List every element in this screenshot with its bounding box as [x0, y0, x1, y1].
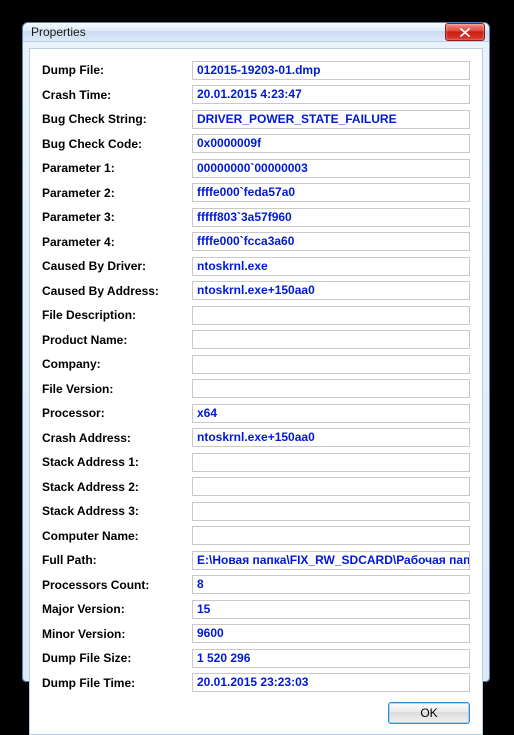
- property-label: Dump File Size:: [42, 651, 192, 665]
- property-label: Dump File Time:: [42, 676, 192, 690]
- property-label: Stack Address 3:: [42, 504, 192, 518]
- property-value[interactable]: 1 520 296: [192, 649, 470, 668]
- property-row: Major Version:15: [42, 598, 470, 620]
- property-label: Product Name:: [42, 333, 192, 347]
- property-label: Computer Name:: [42, 529, 192, 543]
- property-label: Major Version:: [42, 602, 192, 616]
- property-value[interactable]: 9600: [192, 624, 470, 643]
- property-value[interactable]: [192, 453, 470, 472]
- client-area: Dump File:012015-19203-01.dmpCrash Time:…: [29, 48, 483, 735]
- property-label: Processor:: [42, 406, 192, 420]
- property-label: Crash Time:: [42, 88, 192, 102]
- property-label: Bug Check Code:: [42, 137, 192, 151]
- property-row: File Description:: [42, 304, 470, 326]
- property-row: Company:: [42, 353, 470, 375]
- property-row: Dump File Size:1 520 296: [42, 647, 470, 669]
- property-value[interactable]: [192, 379, 470, 398]
- property-label: Parameter 4:: [42, 235, 192, 249]
- property-value[interactable]: 00000000`00000003: [192, 159, 470, 178]
- property-value[interactable]: 012015-19203-01.dmp: [192, 61, 470, 80]
- window-title: Properties: [31, 25, 445, 39]
- property-value[interactable]: DRIVER_POWER_STATE_FAILURE: [192, 110, 470, 129]
- property-row: Crash Time:20.01.2015 4:23:47: [42, 84, 470, 106]
- close-button[interactable]: [445, 23, 485, 41]
- property-row: Bug Check Code:0x0000009f: [42, 133, 470, 155]
- property-value[interactable]: 8: [192, 575, 470, 594]
- property-label: Parameter 1:: [42, 161, 192, 175]
- property-row: Parameter 3:fffff803`3a57f960: [42, 206, 470, 228]
- property-row: Dump File Time:20.01.2015 23:23:03: [42, 672, 470, 694]
- property-row: Caused By Driver:ntoskrnl.exe: [42, 255, 470, 277]
- property-value[interactable]: ffffe000`fcca3a60: [192, 232, 470, 251]
- property-row: Product Name:: [42, 329, 470, 351]
- property-label: Processors Count:: [42, 578, 192, 592]
- property-value[interactable]: x64: [192, 404, 470, 423]
- property-row: Parameter 1:00000000`00000003: [42, 157, 470, 179]
- property-value[interactable]: 20.01.2015 4:23:47: [192, 85, 470, 104]
- property-value[interactable]: [192, 306, 470, 325]
- property-value[interactable]: ntoskrnl.exe: [192, 257, 470, 276]
- properties-window: Properties Dump File:012015-19203-01.dmp…: [22, 22, 490, 682]
- property-row: Bug Check String:DRIVER_POWER_STATE_FAIL…: [42, 108, 470, 130]
- titlebar[interactable]: Properties: [23, 23, 489, 42]
- property-row: Processor:x64: [42, 402, 470, 424]
- property-value[interactable]: 20.01.2015 23:23:03: [192, 673, 470, 692]
- property-row: Crash Address:ntoskrnl.exe+150aa0: [42, 427, 470, 449]
- property-row: Processors Count:8: [42, 574, 470, 596]
- property-value[interactable]: fffff803`3a57f960: [192, 208, 470, 227]
- property-row: Stack Address 1:: [42, 451, 470, 473]
- property-label: Parameter 2:: [42, 186, 192, 200]
- property-label: Caused By Driver:: [42, 259, 192, 273]
- property-label: Full Path:: [42, 553, 192, 567]
- property-label: Caused By Address:: [42, 284, 192, 298]
- property-label: Stack Address 1:: [42, 455, 192, 469]
- property-row: Minor Version:9600: [42, 623, 470, 645]
- property-row: Full Path:E:\Новая папка\FIX_RW_SDCARD\Р…: [42, 549, 470, 571]
- property-value[interactable]: E:\Новая папка\FIX_RW_SDCARD\Рабочая пап…: [192, 551, 470, 570]
- property-label: Dump File:: [42, 63, 192, 77]
- property-value[interactable]: [192, 526, 470, 545]
- property-label: Stack Address 2:: [42, 480, 192, 494]
- close-icon: [460, 28, 470, 37]
- property-label: File Description:: [42, 308, 192, 322]
- property-row: File Version:: [42, 378, 470, 400]
- property-value[interactable]: [192, 477, 470, 496]
- property-value[interactable]: [192, 355, 470, 374]
- property-value[interactable]: [192, 330, 470, 349]
- property-label: File Version:: [42, 382, 192, 396]
- property-row: Dump File:012015-19203-01.dmp: [42, 59, 470, 81]
- property-label: Parameter 3:: [42, 210, 192, 224]
- property-value[interactable]: 0x0000009f: [192, 134, 470, 153]
- property-value[interactable]: [192, 502, 470, 521]
- property-row: Stack Address 2:: [42, 476, 470, 498]
- property-row: Caused By Address:ntoskrnl.exe+150aa0: [42, 280, 470, 302]
- property-row: Parameter 2:ffffe000`feda57a0: [42, 182, 470, 204]
- button-bar: OK: [42, 694, 470, 726]
- property-value[interactable]: ffffe000`feda57a0: [192, 183, 470, 202]
- fields-list: Dump File:012015-19203-01.dmpCrash Time:…: [42, 59, 470, 694]
- property-label: Minor Version:: [42, 627, 192, 641]
- property-value[interactable]: ntoskrnl.exe+150aa0: [192, 281, 470, 300]
- property-row: Parameter 4:ffffe000`fcca3a60: [42, 231, 470, 253]
- property-label: Bug Check String:: [42, 112, 192, 126]
- property-value[interactable]: ntoskrnl.exe+150aa0: [192, 428, 470, 447]
- property-label: Company:: [42, 357, 192, 371]
- property-row: Stack Address 3:: [42, 500, 470, 522]
- property-label: Crash Address:: [42, 431, 192, 445]
- property-row: Computer Name:: [42, 525, 470, 547]
- ok-button[interactable]: OK: [388, 702, 470, 724]
- property-value[interactable]: 15: [192, 600, 470, 619]
